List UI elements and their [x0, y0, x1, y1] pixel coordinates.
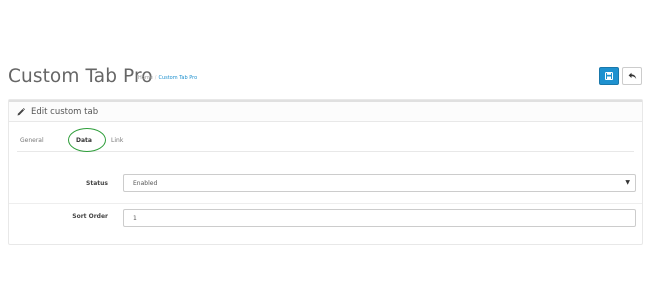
reply-icon: [628, 72, 636, 79]
back-button[interactable]: [622, 67, 642, 85]
sort-order-input[interactable]: 1: [123, 209, 636, 227]
breadcrumb-home-link[interactable]: Home: [138, 75, 153, 81]
save-button[interactable]: [599, 67, 619, 85]
tab-link[interactable]: Link: [111, 137, 123, 144]
status-select-value: Enabled: [133, 179, 158, 187]
tab-bar: General Data Link: [17, 128, 634, 152]
page-header: Custom Tab Pro Home / Custom Tab Pro: [8, 64, 642, 92]
sort-order-value: 1: [133, 214, 137, 222]
panel-heading: Edit custom tab: [9, 100, 642, 122]
page-title: Custom Tab Pro: [8, 66, 153, 87]
status-select[interactable]: Enabled ▼: [123, 174, 636, 192]
panel-title: Edit custom tab: [31, 106, 99, 117]
tab-general[interactable]: General: [20, 137, 44, 144]
status-row: Status Enabled ▼: [9, 170, 642, 196]
status-label: Status: [86, 179, 108, 187]
pencil-icon: [17, 107, 25, 115]
caret-down-icon: ▼: [625, 179, 630, 186]
save-icon: [605, 72, 613, 80]
highlight-circle-annotation: [68, 128, 106, 152]
breadcrumb: Home / Custom Tab Pro: [138, 75, 197, 81]
sort-order-label: Sort Order: [72, 213, 108, 220]
breadcrumb-current-link[interactable]: Custom Tab Pro: [158, 75, 197, 81]
sort-order-row: Sort Order 1: [9, 203, 642, 229]
edit-panel: Edit custom tab General Data Link Status…: [8, 99, 643, 245]
